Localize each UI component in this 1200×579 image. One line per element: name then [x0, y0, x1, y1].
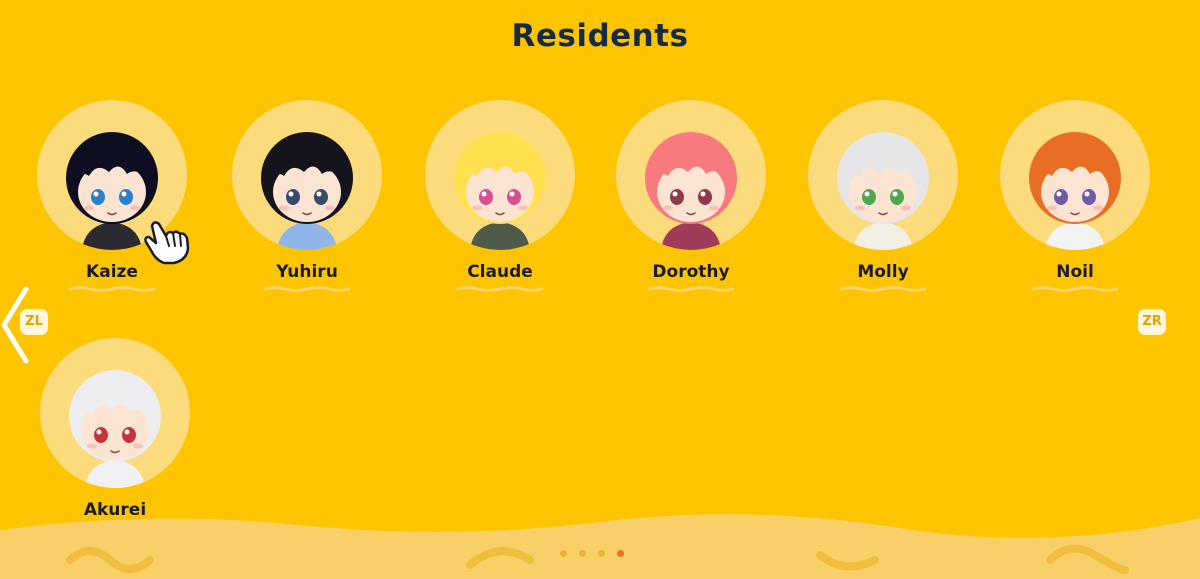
character-avatar — [645, 132, 737, 250]
character-avatar — [1029, 132, 1121, 250]
resident-portrait — [425, 100, 575, 250]
resident-portrait — [1000, 100, 1150, 250]
page-dot-3[interactable] — [598, 550, 605, 557]
zl-button[interactable]: ZL — [20, 309, 48, 335]
page-dot-1[interactable] — [560, 550, 567, 557]
page-dot-2[interactable] — [579, 550, 586, 557]
name-underline — [263, 286, 351, 292]
resident-portrait — [616, 100, 766, 250]
bottom-wave-decoration — [0, 514, 1200, 579]
resident-portrait — [40, 338, 190, 488]
name-underline — [68, 286, 156, 292]
resident-card-yuhiru[interactable]: Yuhiru — [227, 100, 387, 300]
resident-name: Dorothy — [652, 262, 730, 282]
pointer-hand-icon — [144, 221, 190, 265]
name-underline — [647, 286, 735, 292]
page-indicator — [560, 550, 630, 558]
resident-name: Noil — [1056, 262, 1094, 282]
resident-name: Yuhiru — [276, 262, 338, 282]
resident-card-dorothy[interactable]: Dorothy — [611, 100, 771, 300]
resident-name: Claude — [467, 262, 533, 282]
resident-portrait — [232, 100, 382, 250]
page-title: Residents — [511, 18, 689, 54]
character-avatar — [454, 132, 546, 250]
page-dot-4[interactable] — [617, 550, 624, 557]
resident-portrait — [808, 100, 958, 250]
resident-card-molly[interactable]: Molly — [803, 100, 963, 300]
name-underline — [1031, 286, 1119, 292]
resident-card-claude[interactable]: Claude — [420, 100, 580, 300]
resident-name: Molly — [857, 262, 909, 282]
resident-card-noil[interactable]: Noil — [995, 100, 1155, 300]
character-avatar — [69, 370, 161, 488]
name-underline — [839, 286, 927, 292]
zr-button[interactable]: ZR — [1138, 309, 1166, 335]
name-underline — [456, 286, 544, 292]
character-avatar — [837, 132, 929, 250]
character-avatar — [261, 132, 353, 250]
resident-card-kaize[interactable]: Kaize — [32, 100, 192, 300]
